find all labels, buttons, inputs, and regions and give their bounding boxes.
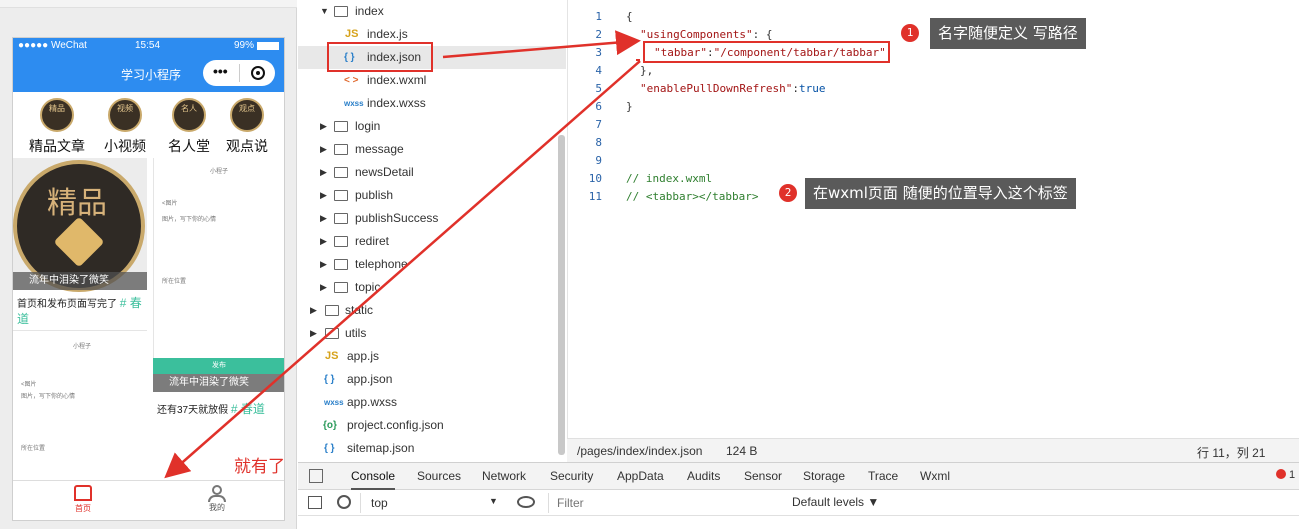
arrow-to-tabbar (164, 60, 641, 479)
annotation-arrows (164, 30, 641, 479)
arrow-to-json (442, 30, 641, 59)
